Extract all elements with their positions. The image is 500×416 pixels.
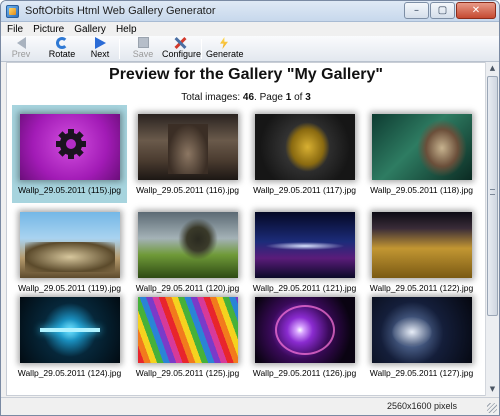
configure-label: Configure [162, 49, 202, 59]
menu-bar: File Picture Gallery Help [1, 22, 499, 36]
image-dimensions: 2560x1600 pixels [386, 401, 457, 411]
thumbnail-image [138, 212, 238, 278]
thumbnail-image [255, 297, 355, 363]
grip-icon [490, 189, 495, 195]
thumbnail-image [138, 114, 238, 180]
thumbnail-image [372, 114, 472, 180]
rotate-button[interactable]: Rotate [45, 37, 79, 61]
next-button[interactable]: Next [86, 37, 114, 61]
window-title: SoftOrbits Html Web Gallery Generator [25, 5, 216, 17]
rotate-label: Rotate [48, 49, 76, 59]
menu-help[interactable]: Help [116, 24, 137, 35]
save-label: Save [132, 49, 154, 59]
thumbnail-caption: Wallp_29.05.2011 (118).jpg [370, 185, 473, 195]
minimize-button[interactable]: – [404, 2, 429, 19]
floppy-disk-icon [136, 37, 150, 49]
thumbnail-item[interactable]: Wallp_29.05.2011 (125).jpg [130, 288, 245, 386]
thumbnail-caption: Wallp_29.05.2011 (127).jpg [369, 368, 474, 378]
scroll-thumb[interactable] [487, 76, 498, 316]
tools-icon [173, 37, 187, 49]
thumbnail-item[interactable]: Wallp_29.05.2011 (119).jpg [12, 203, 127, 301]
gallery-preview: Preview for the Gallery "My Gallery" Tot… [6, 62, 486, 396]
generate-button[interactable]: Generate [206, 37, 244, 61]
scroll-up-icon[interactable]: ▲ [486, 62, 499, 75]
thumbnail-item[interactable]: Wallp_29.05.2011 (124).jpg [12, 288, 127, 386]
thumbnail-image [138, 297, 238, 363]
thumbnail-item[interactable]: Wallp_29.05.2011 (120).jpg [130, 203, 245, 301]
save-button[interactable]: Save [129, 37, 157, 61]
rotate-icon [55, 37, 69, 49]
menu-picture[interactable]: Picture [33, 24, 64, 35]
thumbnail-image [20, 297, 120, 363]
thumbnail-image [255, 114, 355, 180]
thumbnail-caption: Wallp_29.05.2011 (117).jpg [253, 185, 356, 195]
status-bar: 2560x1600 pixels [1, 397, 499, 415]
thumbnail-item[interactable]: Wallp_29.05.2011 (116).jpg [130, 105, 245, 203]
thumbnail-image [20, 114, 120, 180]
thumbnail-image [372, 297, 472, 363]
arrow-right-icon [93, 37, 107, 49]
toolbar-separator [119, 39, 120, 59]
gear-icon [56, 129, 86, 159]
thumbnail-image [255, 212, 355, 278]
thumbnail-item[interactable]: Wallp_29.05.2011 (126).jpg [247, 288, 362, 386]
thumbnail-caption: Wallp_29.05.2011 (124).jpg [17, 368, 122, 378]
prev-label: Prev [11, 49, 31, 59]
menu-file[interactable]: File [7, 24, 23, 35]
toolbar-separator [201, 39, 202, 59]
title-bar: SoftOrbits Html Web Gallery Generator – … [1, 1, 499, 22]
thumbnail-grid: Wallp_29.05.2011 (115).jpg Wallp_29.05.2… [7, 63, 485, 395]
app-icon [6, 5, 19, 18]
window-controls: – ▢ ✕ [404, 2, 496, 19]
thumbnail-item[interactable]: Wallp_29.05.2011 (118).jpg [364, 105, 479, 203]
thumbnail-caption: Wallp_29.05.2011 (125).jpg [135, 368, 240, 378]
generate-label: Generate [206, 49, 244, 59]
thumbnail-image [20, 212, 120, 278]
menu-gallery[interactable]: Gallery [74, 24, 106, 35]
thumbnail-caption: Wallp_29.05.2011 (126).jpg [252, 368, 357, 378]
scroll-down-icon[interactable]: ▼ [486, 383, 499, 396]
next-label: Next [90, 49, 110, 59]
thumbnail-image [372, 212, 472, 278]
thumbnail-item[interactable]: Wallp_29.05.2011 (115).jpg [12, 105, 127, 203]
maximize-button[interactable]: ▢ [430, 2, 455, 19]
resize-grip-icon[interactable] [487, 403, 497, 413]
thumbnail-item[interactable]: Wallp_29.05.2011 (121).jpg [247, 203, 362, 301]
prev-button[interactable]: Prev [7, 37, 35, 61]
thumbnail-item[interactable]: Wallp_29.05.2011 (117).jpg [247, 105, 362, 203]
thumbnail-item[interactable]: Wallp_29.05.2011 (122).jpg [364, 203, 479, 301]
thumbnail-caption: Wallp_29.05.2011 (116).jpg [136, 185, 239, 195]
app-window: SoftOrbits Html Web Gallery Generator – … [0, 0, 500, 416]
configure-button[interactable]: Configure [162, 37, 202, 61]
toolbar: Prev Rotate Next Save Configure Generate [1, 36, 499, 62]
vertical-scrollbar[interactable]: ▲ ▼ [485, 62, 499, 396]
thumbnail-caption: Wallp_29.05.2011 (115).jpg [18, 185, 121, 195]
lightning-icon [217, 37, 231, 49]
thumbnail-item[interactable]: Wallp_29.05.2011 (127).jpg [364, 288, 479, 386]
arrow-left-icon [14, 37, 28, 49]
close-button[interactable]: ✕ [456, 2, 496, 19]
